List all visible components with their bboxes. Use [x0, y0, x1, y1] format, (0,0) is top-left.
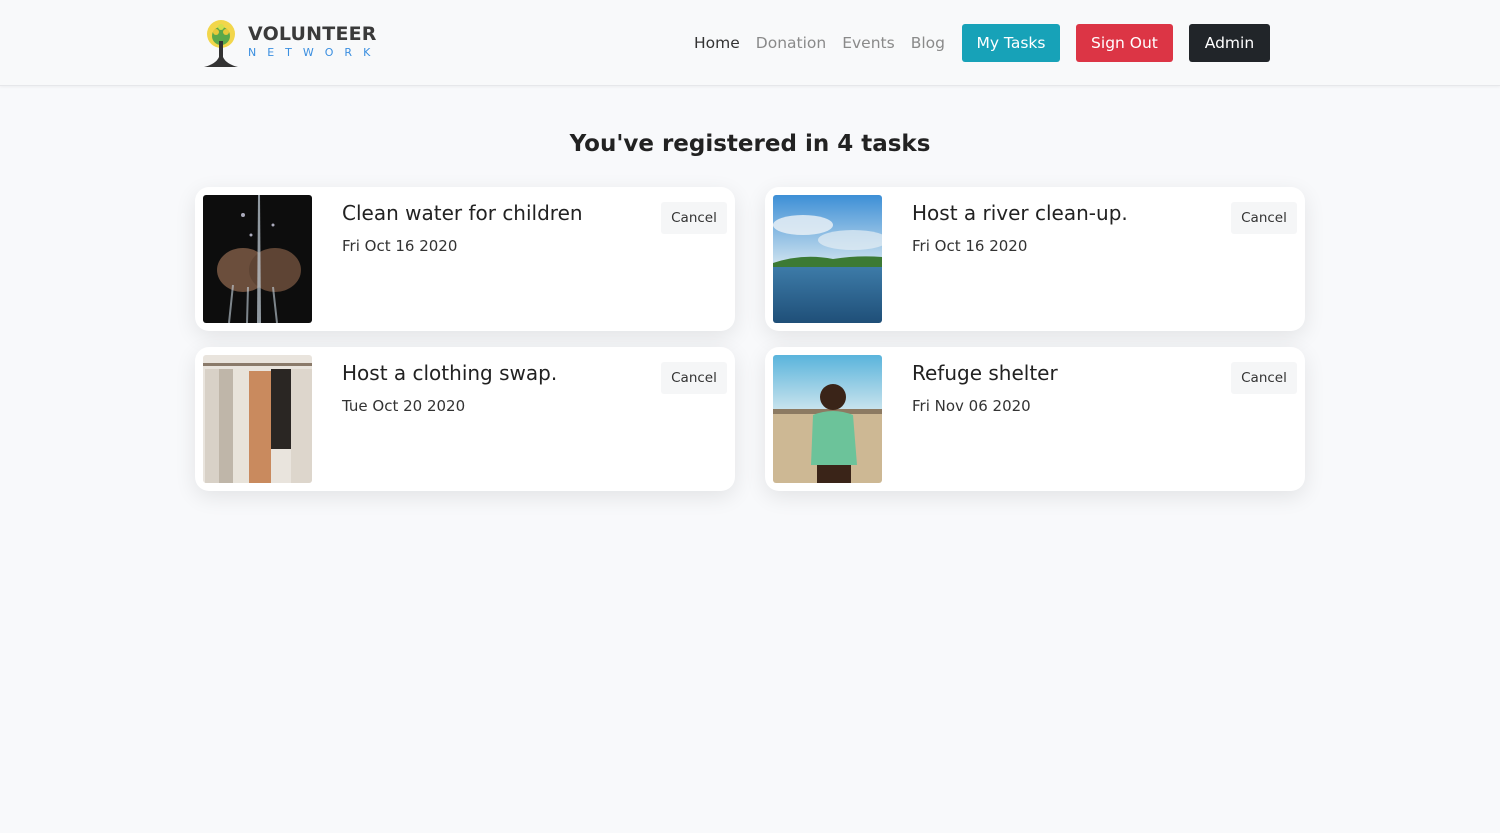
nav-link-donation[interactable]: Donation — [756, 34, 826, 52]
task-title: Host a clothing swap. — [342, 361, 558, 385]
clothing-rack-photo — [203, 355, 312, 483]
task-card: Clean water for children Fri Oct 16 2020… — [195, 187, 735, 331]
nav-link-blog[interactable]: Blog — [911, 34, 945, 52]
river-photo — [773, 195, 882, 323]
brand-logo[interactable]: VOLUNTEER NETWORK — [196, 17, 381, 69]
task-title: Clean water for children — [342, 201, 583, 225]
admin-button[interactable]: Admin — [1188, 24, 1270, 62]
cancel-task-button[interactable]: Cancel — [661, 202, 727, 234]
cancel-task-button[interactable]: Cancel — [1231, 202, 1297, 234]
task-date: Fri Oct 16 2020 — [342, 237, 458, 255]
navbar: VOLUNTEER NETWORK Home Donation Events B… — [0, 0, 1500, 86]
brand-title: VOLUNTEER — [248, 22, 377, 45]
task-card: Host a river clean-up. Fri Oct 16 2020 C… — [765, 187, 1305, 331]
task-date: Tue Oct 20 2020 — [342, 397, 466, 415]
task-title: Host a river clean-up. — [912, 201, 1128, 225]
task-title: Refuge shelter — [912, 361, 1058, 385]
task-date: Fri Nov 06 2020 — [912, 397, 1031, 415]
page-heading: You've registered in 4 tasks — [569, 131, 931, 157]
brand-subtitle: NETWORK — [248, 45, 382, 59]
sign-out-button[interactable]: Sign Out — [1075, 24, 1173, 62]
task-list: Clean water for children Fri Oct 16 2020… — [195, 187, 1305, 491]
task-card: Refuge shelter Fri Nov 06 2020 Cancel — [765, 347, 1305, 491]
nav-link-events[interactable]: Events — [842, 34, 894, 52]
hands-water-photo — [203, 195, 312, 323]
child-photo — [773, 355, 882, 483]
cancel-task-button[interactable]: Cancel — [1231, 362, 1297, 394]
main-nav: Home Donation Events Blog My Tasks Sign … — [694, 24, 1270, 62]
my-tasks-button[interactable]: My Tasks — [961, 24, 1060, 62]
nav-link-home[interactable]: Home — [694, 34, 740, 52]
tree-logo-icon — [204, 20, 238, 67]
cancel-task-button[interactable]: Cancel — [661, 362, 727, 394]
task-card: Host a clothing swap. Tue Oct 20 2020 Ca… — [195, 347, 735, 491]
task-date: Fri Oct 16 2020 — [912, 237, 1028, 255]
